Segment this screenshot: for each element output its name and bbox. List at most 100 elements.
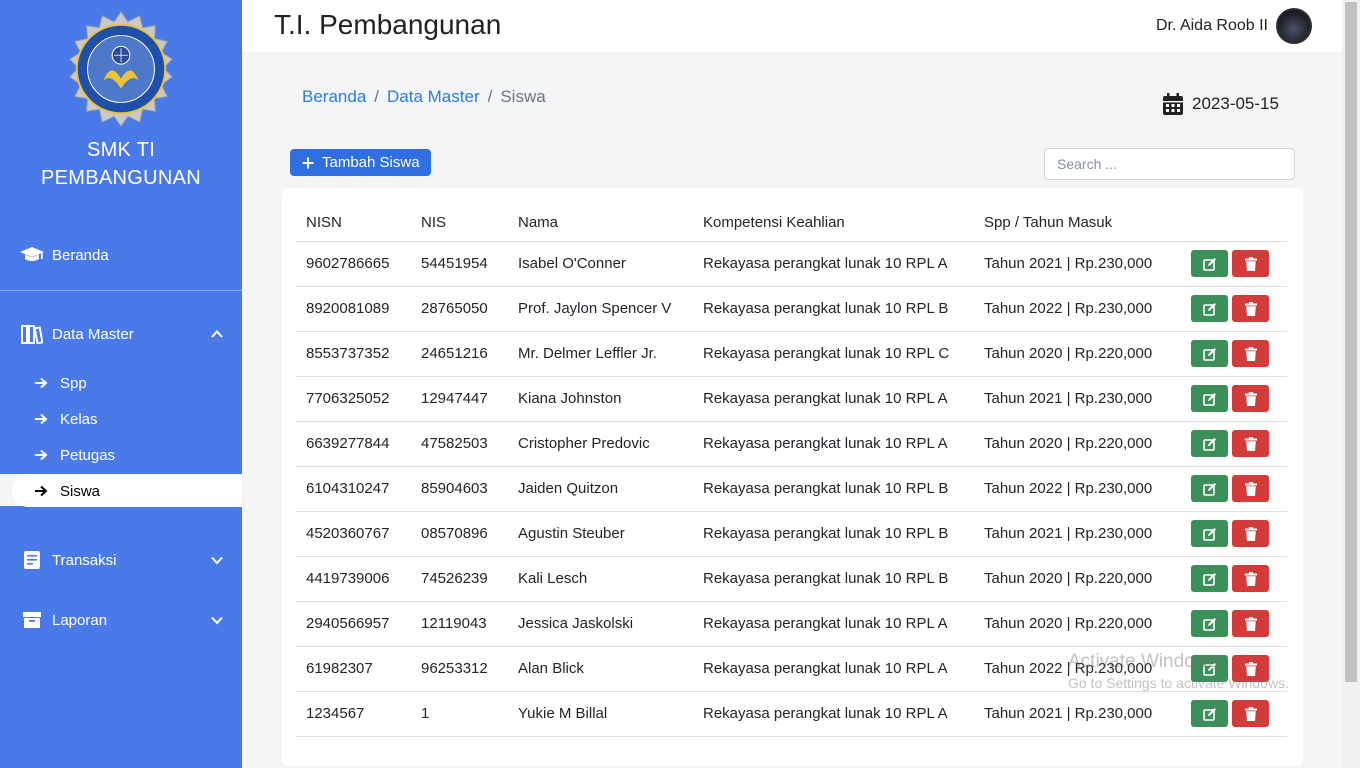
add-student-button[interactable]: Tambah Siswa <box>290 149 431 176</box>
table-row: 9602786665 54451954 Isabel O'Conner Rekayas… <box>296 241 1287 287</box>
edit-icon <box>1202 257 1216 271</box>
page-scrollbar[interactable] <box>1342 0 1360 768</box>
top-header: T.I. Pembangunan Dr. Aida Roob II <box>242 0 1342 52</box>
chevron-down-icon[interactable] <box>210 613 224 627</box>
cell-nis: 74526239 <box>411 556 508 602</box>
delete-button[interactable] <box>1232 655 1269 682</box>
chevron-down-icon[interactable] <box>210 553 224 567</box>
cell-nama: Mr. Delmer Leffler Jr. <box>508 331 693 377</box>
delete-button[interactable] <box>1232 430 1269 457</box>
column-header-nisn: NISN <box>296 204 411 242</box>
row-actions <box>1191 295 1287 322</box>
school-logo <box>69 11 173 127</box>
edit-button[interactable] <box>1191 610 1228 637</box>
row-actions <box>1191 385 1287 412</box>
arrow-right-icon <box>34 413 48 425</box>
edit-button[interactable] <box>1191 250 1228 277</box>
cell-spp: Tahun 2021 | Rp.230,000 <box>974 241 1181 287</box>
delete-button[interactable] <box>1232 385 1269 412</box>
row-actions <box>1191 340 1287 367</box>
delete-button[interactable] <box>1232 610 1269 637</box>
cell-actions <box>1181 556 1287 602</box>
cell-kompetensi: Rekayasa perangkat lunak 10 RPL A <box>693 376 974 422</box>
cell-nisn: 1234567 <box>296 691 411 737</box>
table-row: 2940566957 12119043 Jessica Jaskolski Rekay… <box>296 601 1287 647</box>
cell-nis: 12947447 <box>411 376 508 422</box>
table-row: 1234567 1 Yukie M Billal Rekayasa perangkat… <box>296 691 1287 737</box>
trash-icon <box>1244 481 1257 496</box>
row-actions <box>1191 565 1287 592</box>
row-actions <box>1191 250 1287 277</box>
cell-nis: 54451954 <box>411 241 508 287</box>
cell-spp: Tahun 2020 | Rp.220,000 <box>974 601 1181 647</box>
row-actions <box>1191 430 1287 457</box>
trash-icon <box>1244 661 1257 676</box>
sidebar-item-transaksi[interactable]: Transaksi <box>0 542 242 578</box>
delete-button[interactable] <box>1232 520 1269 547</box>
date-display: 2023-05-15 <box>1162 92 1279 116</box>
cell-nama: Alan Blick <box>508 646 693 692</box>
edit-icon <box>1202 662 1216 676</box>
edit-button[interactable] <box>1191 385 1228 412</box>
edit-button[interactable] <box>1191 565 1228 592</box>
edit-icon <box>1202 527 1216 541</box>
breadcrumb-link-beranda[interactable]: Beranda <box>302 87 366 107</box>
cell-spp: Tahun 2022 | Rp.230,000 <box>974 286 1181 332</box>
cell-kompetensi: Rekayasa perangkat lunak 10 RPL A <box>693 691 974 737</box>
edit-button[interactable] <box>1191 700 1228 727</box>
books-icon <box>18 323 46 345</box>
cell-nis: 85904603 <box>411 466 508 512</box>
chevron-up-icon[interactable] <box>210 327 224 341</box>
sidebar-item-beranda[interactable]: Beranda <box>0 237 242 273</box>
user-name[interactable]: Dr. Aida Roob II <box>1156 17 1268 35</box>
scrollbar-thumb[interactable] <box>1345 2 1357 682</box>
sidebar-item-label: Data Master <box>52 325 134 343</box>
cell-spp: Tahun 2022 | Rp.230,000 <box>974 646 1181 692</box>
breadcrumb-link-data-master[interactable]: Data Master <box>387 87 480 107</box>
table-row: 8920081089 28765050 Prof. Jaylon Spencer V… <box>296 286 1287 332</box>
row-actions <box>1191 700 1287 727</box>
delete-button[interactable] <box>1232 295 1269 322</box>
school-name-line1: SMK TI <box>86 139 156 161</box>
cell-nisn: 6639277844 <box>296 421 411 467</box>
delete-button[interactable] <box>1232 340 1269 367</box>
edit-button[interactable] <box>1191 340 1228 367</box>
trash-icon <box>1244 391 1257 406</box>
cell-kompetensi: Rekayasa perangkat lunak 10 RPL A <box>693 601 974 647</box>
cell-nama: Jessica Jaskolski <box>508 601 693 647</box>
cell-nis: 28765050 <box>411 286 508 332</box>
cell-kompetensi: Rekayasa perangkat lunak 10 RPL A <box>693 646 974 692</box>
sidebar-subitem-kelas[interactable]: Kelas <box>12 402 242 436</box>
cell-nama: Kali Lesch <box>508 556 693 602</box>
school-name-line2: PEMBANGUNAN <box>41 167 201 189</box>
edit-button[interactable] <box>1191 655 1228 682</box>
delete-button[interactable] <box>1232 700 1269 727</box>
cell-nisn: 8553737352 <box>296 331 411 377</box>
page-title: T.I. Pembangunan <box>274 9 502 40</box>
sidebar-subitem-petugas[interactable]: Petugas <box>12 438 242 472</box>
sidebar-subitem-siswa[interactable]: Siswa <box>12 475 242 507</box>
delete-button[interactable] <box>1232 250 1269 277</box>
cell-kompetensi: Rekayasa perangkat lunak 10 RPL A <box>693 421 974 467</box>
search-input[interactable] <box>1044 148 1295 180</box>
cell-nama: Kiana Johnston <box>508 376 693 422</box>
cell-nisn: 4419739006 <box>296 556 411 602</box>
row-actions <box>1191 475 1287 502</box>
edit-button[interactable] <box>1191 430 1228 457</box>
avatar[interactable] <box>1276 8 1312 44</box>
delete-button[interactable] <box>1232 475 1269 502</box>
sidebar-item-laporan[interactable]: Laporan <box>0 602 242 638</box>
edit-button[interactable] <box>1191 520 1228 547</box>
delete-button[interactable] <box>1232 565 1269 592</box>
sidebar-item-label: Beranda <box>52 246 109 264</box>
cell-actions <box>1181 646 1287 692</box>
table-header-row: NISN NIS Nama Kompetensi Keahlian Spp / … <box>296 204 1287 242</box>
table-row: 4520360767 08570896 Agustin Steuber Rekayas… <box>296 511 1287 557</box>
cell-nis: 08570896 <box>411 511 508 557</box>
row-actions <box>1191 610 1287 637</box>
add-student-label: Tambah Siswa <box>322 154 420 171</box>
edit-button[interactable] <box>1191 475 1228 502</box>
sidebar-subitem-spp[interactable]: Spp <box>12 366 242 400</box>
edit-button[interactable] <box>1191 295 1228 322</box>
sidebar-item-data-master[interactable]: Data Master <box>0 316 242 352</box>
